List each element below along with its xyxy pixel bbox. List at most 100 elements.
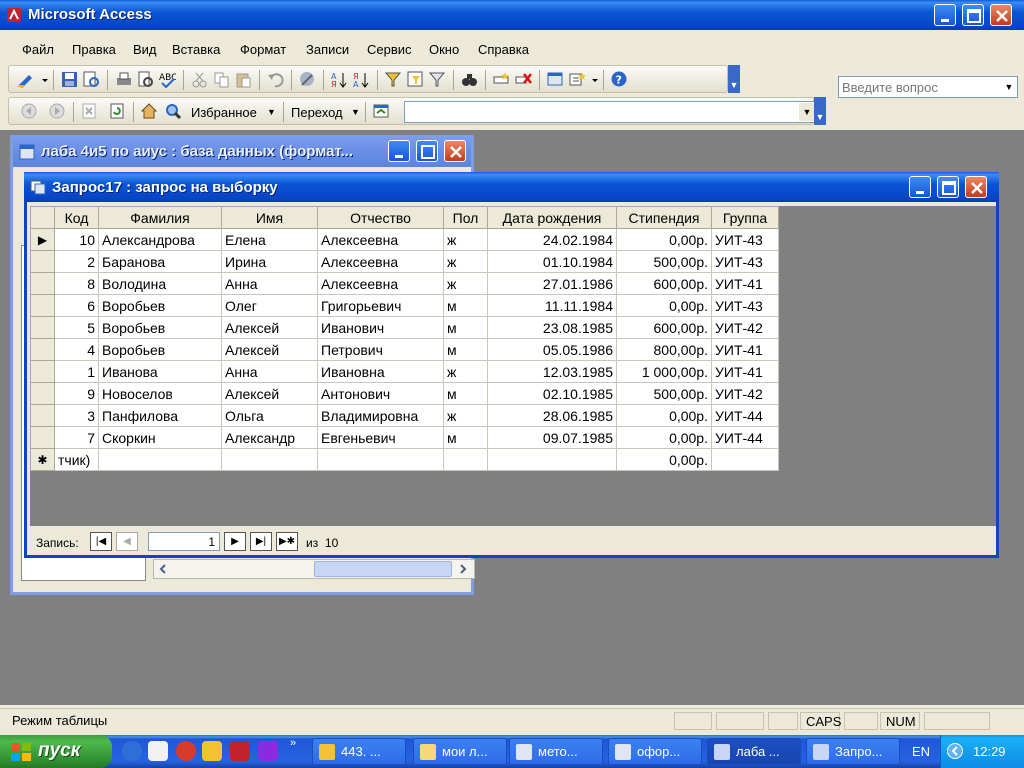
home-icon[interactable] xyxy=(141,103,158,120)
menu-window[interactable]: Окно xyxy=(429,42,459,57)
table-cell[interactable]: 5 xyxy=(54,316,99,339)
table-row[interactable]: 2 Баранова Ирина Алексеевна ж 01.10.1984 500,0… xyxy=(30,250,779,273)
table-cell[interactable]: УИТ-41 xyxy=(711,338,779,361)
table-cell[interactable]: Алексей xyxy=(221,338,318,361)
table-cell[interactable]: 28.06.1985 xyxy=(487,404,617,427)
language-indicator[interactable]: EN xyxy=(912,744,930,759)
filter-by-selection-icon[interactable] xyxy=(385,71,402,88)
table-cell[interactable]: 11.11.1984 xyxy=(487,294,617,317)
table-cell[interactable] xyxy=(711,448,779,471)
cut-icon[interactable] xyxy=(191,71,208,88)
forward-icon[interactable] xyxy=(49,103,66,120)
delete-record-icon[interactable] xyxy=(515,71,532,88)
quicklaunch-app-icon[interactable] xyxy=(148,741,168,761)
menu-view[interactable]: Вид xyxy=(133,42,157,57)
table-cell[interactable]: м xyxy=(443,294,488,317)
menu-edit[interactable]: Правка xyxy=(72,42,116,57)
task-button-1[interactable]: 443. ... xyxy=(312,738,406,765)
chevron-down-icon[interactable]: ▼ xyxy=(351,107,360,117)
table-cell[interactable]: Алексеевна xyxy=(317,272,444,295)
table-cell[interactable]: 4 xyxy=(54,338,99,361)
sort-ascending-icon[interactable]: АЯ xyxy=(331,71,348,88)
apply-filter-icon[interactable] xyxy=(429,71,446,88)
query-minimize-button[interactable] xyxy=(909,176,931,198)
table-cell[interactable]: 05.05.1986 xyxy=(487,338,617,361)
table-cell[interactable]: 500,00р. xyxy=(616,250,712,273)
record-selector[interactable] xyxy=(30,272,55,295)
table-cell[interactable]: Володина xyxy=(98,272,222,295)
table-cell[interactable]: Баранова xyxy=(98,250,222,273)
select-all-corner[interactable] xyxy=(30,206,55,229)
task-button-4[interactable]: офор... xyxy=(608,738,702,765)
table-row[interactable]: 9 Новоселов Алексей Антонович м 02.10.1985 500… xyxy=(30,382,779,405)
table-cell[interactable]: 600,00р. xyxy=(616,272,712,295)
back-icon[interactable] xyxy=(21,103,38,120)
task-button-3[interactable]: мето... xyxy=(509,738,603,765)
new-record-icon[interactable] xyxy=(493,71,510,88)
copy-icon[interactable] xyxy=(213,71,230,88)
table-cell[interactable]: Анна xyxy=(221,360,318,383)
task-button-2[interactable]: мои л... xyxy=(413,738,507,765)
table-cell[interactable]: Ирина xyxy=(221,250,318,273)
last-record-button[interactable]: ▶| xyxy=(250,532,272,551)
table-cell[interactable]: Воробьев xyxy=(98,316,222,339)
horizontal-scrollbar[interactable] xyxy=(153,559,475,579)
table-cell[interactable]: УИТ-44 xyxy=(711,426,779,449)
db-close-button[interactable] xyxy=(444,140,466,162)
goto-menu[interactable]: Переход xyxy=(291,105,343,120)
table-cell[interactable] xyxy=(317,448,444,471)
table-cell[interactable]: УИТ-43 xyxy=(711,250,779,273)
quicklaunch-flash-icon[interactable] xyxy=(202,741,222,761)
table-cell[interactable]: Иванова xyxy=(98,360,222,383)
table-cell[interactable]: 1 xyxy=(54,360,99,383)
spelling-icon[interactable]: ABC xyxy=(159,71,176,88)
table-cell[interactable]: 12.03.1985 xyxy=(487,360,617,383)
task-button-5[interactable]: лаба ... xyxy=(707,738,801,765)
table-cell[interactable] xyxy=(443,448,488,471)
table-cell[interactable]: УИТ-42 xyxy=(711,316,779,339)
column-header[interactable]: Дата рождения xyxy=(487,206,617,229)
print-icon[interactable] xyxy=(115,71,132,88)
search-web-icon[interactable] xyxy=(165,103,182,120)
address-combo[interactable]: ▼ xyxy=(404,101,817,123)
table-cell[interactable]: 02.10.1985 xyxy=(487,382,617,405)
scroll-left-icon[interactable] xyxy=(156,562,170,576)
database-window-title-bar[interactable]: лаба 4и5 по аиус : база данных (формат..… xyxy=(13,135,471,167)
table-cell[interactable]: тчик) xyxy=(54,448,99,471)
table-cell[interactable]: 800,00р. xyxy=(616,338,712,361)
table-cell[interactable]: 0,00р. xyxy=(616,404,712,427)
table-cell[interactable]: Петрович xyxy=(317,338,444,361)
menu-insert[interactable]: Вставка xyxy=(172,42,220,57)
chevron-down-icon[interactable]: ▼ xyxy=(799,103,815,121)
scroll-thumb[interactable] xyxy=(314,561,452,577)
table-cell[interactable]: ж xyxy=(443,360,488,383)
record-selector[interactable] xyxy=(30,426,55,449)
show-only-web-toolbar-icon[interactable] xyxy=(373,103,390,120)
menu-help[interactable]: Справка xyxy=(478,42,529,57)
table-row[interactable]: 6 Воробьев Олег Григорьевич м 11.11.1984 0,00р… xyxy=(30,294,779,317)
table-cell[interactable]: Алексей xyxy=(221,316,318,339)
column-header[interactable]: Код xyxy=(54,206,99,229)
table-cell[interactable]: Владимировна xyxy=(317,404,444,427)
tray-expand-icon[interactable] xyxy=(947,743,963,759)
table-cell[interactable]: 6 xyxy=(54,294,99,317)
filter-by-form-icon[interactable] xyxy=(407,71,424,88)
table-cell[interactable]: 0,00р. xyxy=(616,448,712,471)
quicklaunch-more-icon[interactable]: » xyxy=(290,737,296,749)
column-header[interactable]: Фамилия xyxy=(98,206,222,229)
table-row[interactable]: 8 Володина Анна Алексеевна ж 27.01.1986 600,00… xyxy=(30,272,779,295)
record-selector[interactable] xyxy=(30,316,55,339)
print-preview-icon[interactable] xyxy=(137,71,154,88)
table-row[interactable]: 5 Воробьев Алексей Иванович м 23.08.1985 600,0… xyxy=(30,316,779,339)
scroll-right-icon[interactable] xyxy=(456,562,470,576)
table-cell[interactable]: Александрова xyxy=(98,228,222,251)
table-cell[interactable]: ж xyxy=(443,272,488,295)
table-cell[interactable]: 9 xyxy=(54,382,99,405)
column-header[interactable]: Пол xyxy=(443,206,488,229)
table-cell[interactable]: УИТ-41 xyxy=(711,360,779,383)
help-icon[interactable]: ? xyxy=(611,71,628,88)
column-header[interactable]: Группа xyxy=(711,206,779,229)
record-selector[interactable] xyxy=(30,404,55,427)
stop-icon[interactable] xyxy=(81,103,98,120)
table-cell[interactable] xyxy=(98,448,222,471)
